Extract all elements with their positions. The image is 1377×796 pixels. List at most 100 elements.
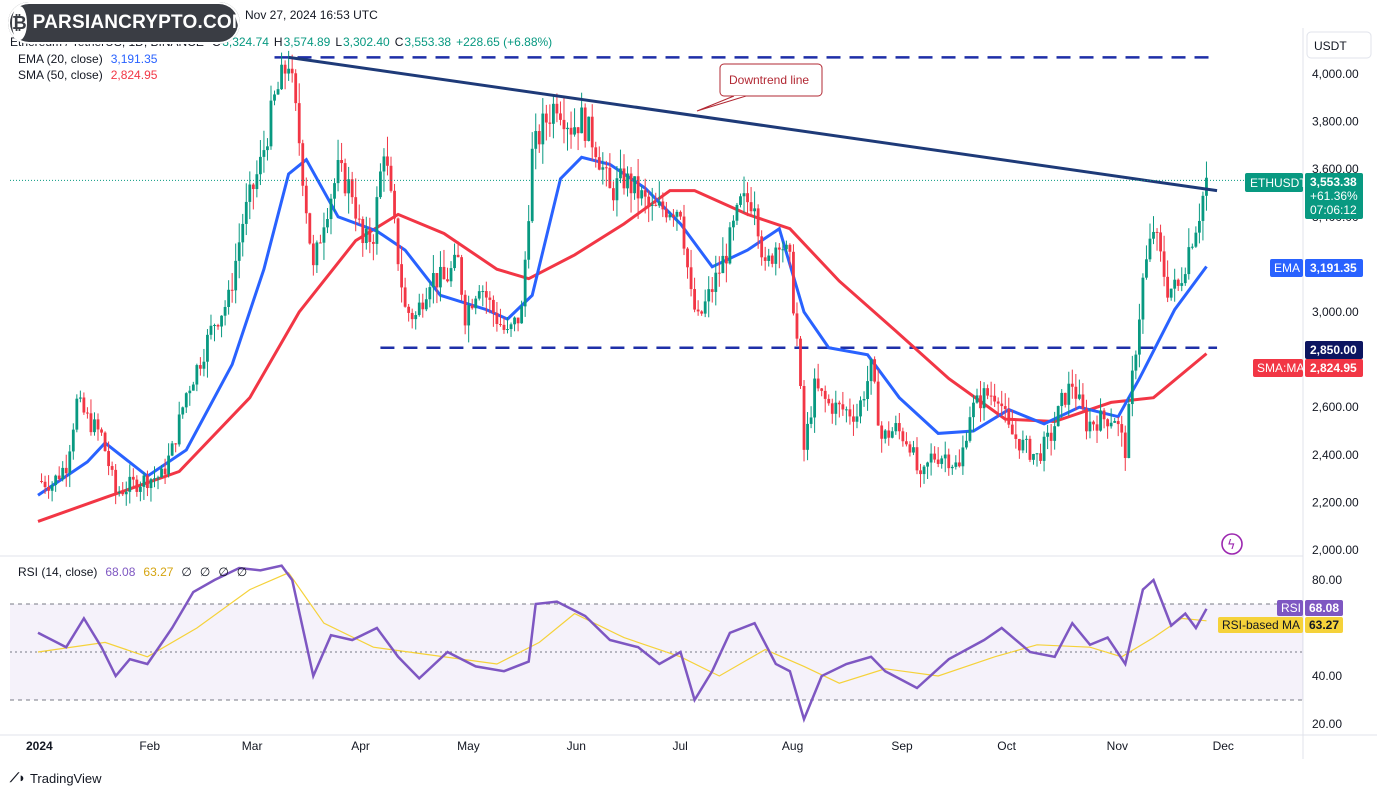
candle-body [1014, 434, 1018, 439]
candle-body [806, 423, 809, 450]
candle-body [1127, 404, 1131, 459]
candle-body [682, 216, 686, 249]
candle-body [732, 220, 735, 228]
candle-body [551, 103, 555, 124]
candle-body [587, 116, 591, 141]
candle-body [583, 107, 587, 141]
candle-body [795, 313, 799, 339]
candle-body [1197, 220, 1201, 233]
time-tick-label: Mar [242, 739, 263, 753]
currency-label: USDT [1314, 39, 1347, 53]
price-tick-label: 3,800.00 [1312, 115, 1359, 129]
candle-body [117, 492, 121, 494]
candle-body [901, 431, 905, 442]
candle-body [1113, 421, 1117, 423]
lightning-glyph: ϟ [1227, 538, 1236, 553]
candle-body [675, 211, 679, 217]
indicator-label: SMA (50, close) [18, 68, 103, 82]
candle-body [834, 402, 838, 414]
candle-body [530, 148, 534, 222]
candle-body [541, 113, 545, 145]
candle-body [421, 302, 425, 310]
candle-body [50, 485, 54, 491]
candle-body [322, 227, 326, 243]
candle-body [887, 430, 891, 438]
candle-body [350, 179, 354, 198]
time-tick-label: Apr [351, 739, 370, 753]
candle-body [739, 196, 742, 205]
candle-body [308, 213, 312, 244]
candle-body [273, 94, 276, 101]
candle-body [1007, 409, 1011, 425]
candle-body [431, 273, 435, 288]
candle-body [1180, 283, 1184, 286]
indicator-value: 3,191.35 [111, 52, 158, 66]
candle-body [781, 249, 785, 251]
price-tick-label: 2,200.00 [1312, 495, 1359, 509]
candle-body [880, 425, 884, 439]
candle-body [1141, 277, 1145, 320]
candle-body [89, 413, 93, 433]
candle-body [756, 208, 760, 237]
candle-body [223, 306, 227, 316]
candle-body [1194, 232, 1198, 247]
candle-body [213, 324, 216, 326]
price-tick-label: 2,600.00 [1312, 400, 1359, 414]
candle-body [266, 146, 269, 151]
candle-body [1116, 421, 1120, 425]
candle-body [693, 289, 696, 310]
candle-body [276, 89, 280, 95]
candle-body [248, 184, 252, 202]
candle-body [184, 393, 188, 408]
candle-body [1201, 195, 1205, 221]
rsi-header-value: ∅ [181, 565, 191, 579]
candle-body [43, 481, 47, 488]
candle-body [389, 165, 393, 191]
candle-body [1081, 394, 1085, 409]
candle-body [537, 131, 541, 145]
candle-body [255, 174, 259, 190]
candle-body [710, 289, 714, 292]
rsi-tick-label: 20.00 [1312, 717, 1342, 731]
candle-body [439, 266, 442, 288]
candle-body [75, 398, 79, 430]
candle-body [724, 255, 728, 264]
candle-body [319, 242, 322, 244]
candle-body [1074, 386, 1078, 399]
last-change-text: +61.36% [1310, 189, 1358, 203]
candle-body [696, 309, 700, 312]
candle-body [428, 287, 432, 300]
date-text: Nov 27, 2024 16:53 UTC [245, 8, 378, 22]
candle-body [890, 431, 894, 438]
candle-body [852, 416, 855, 422]
candle-body [181, 407, 185, 415]
candle-body [191, 384, 195, 391]
tradingview-brand[interactable]: ⟋◗ TradingView [10, 770, 102, 786]
candle-body [816, 378, 820, 389]
indicator-value: 2,824.95 [111, 68, 158, 82]
countdown-text: 07:06:12 [1310, 203, 1357, 217]
candle-body [329, 198, 333, 220]
candle-body [919, 470, 922, 475]
candle-body [61, 467, 65, 479]
ohlc-value: 3,302.40 [343, 35, 390, 49]
candle-body [1017, 438, 1021, 451]
candle-body [258, 156, 262, 175]
candle-body [149, 479, 153, 489]
trading-chart[interactable]: Downtrend line ϟ 2,000.00 2,200.00 2,400.00… [0, 0, 1377, 796]
indicator-label: EMA (20, close) [18, 52, 103, 66]
candle-body [410, 312, 414, 320]
time-tick-label: 2024 [26, 739, 53, 753]
candle-body [506, 329, 509, 331]
candle-body [986, 388, 989, 396]
ohlc-key: C [395, 35, 404, 49]
time-tick-label: Sep [891, 739, 913, 753]
candle-body [1021, 439, 1025, 451]
time-tick-label: Jun [567, 739, 586, 753]
candle-body [93, 419, 96, 433]
candle-body [957, 462, 961, 467]
logo-icon: ₿ [12, 6, 27, 40]
candle-body [859, 400, 862, 417]
candle-body [1000, 403, 1004, 407]
candle-body [643, 190, 647, 197]
